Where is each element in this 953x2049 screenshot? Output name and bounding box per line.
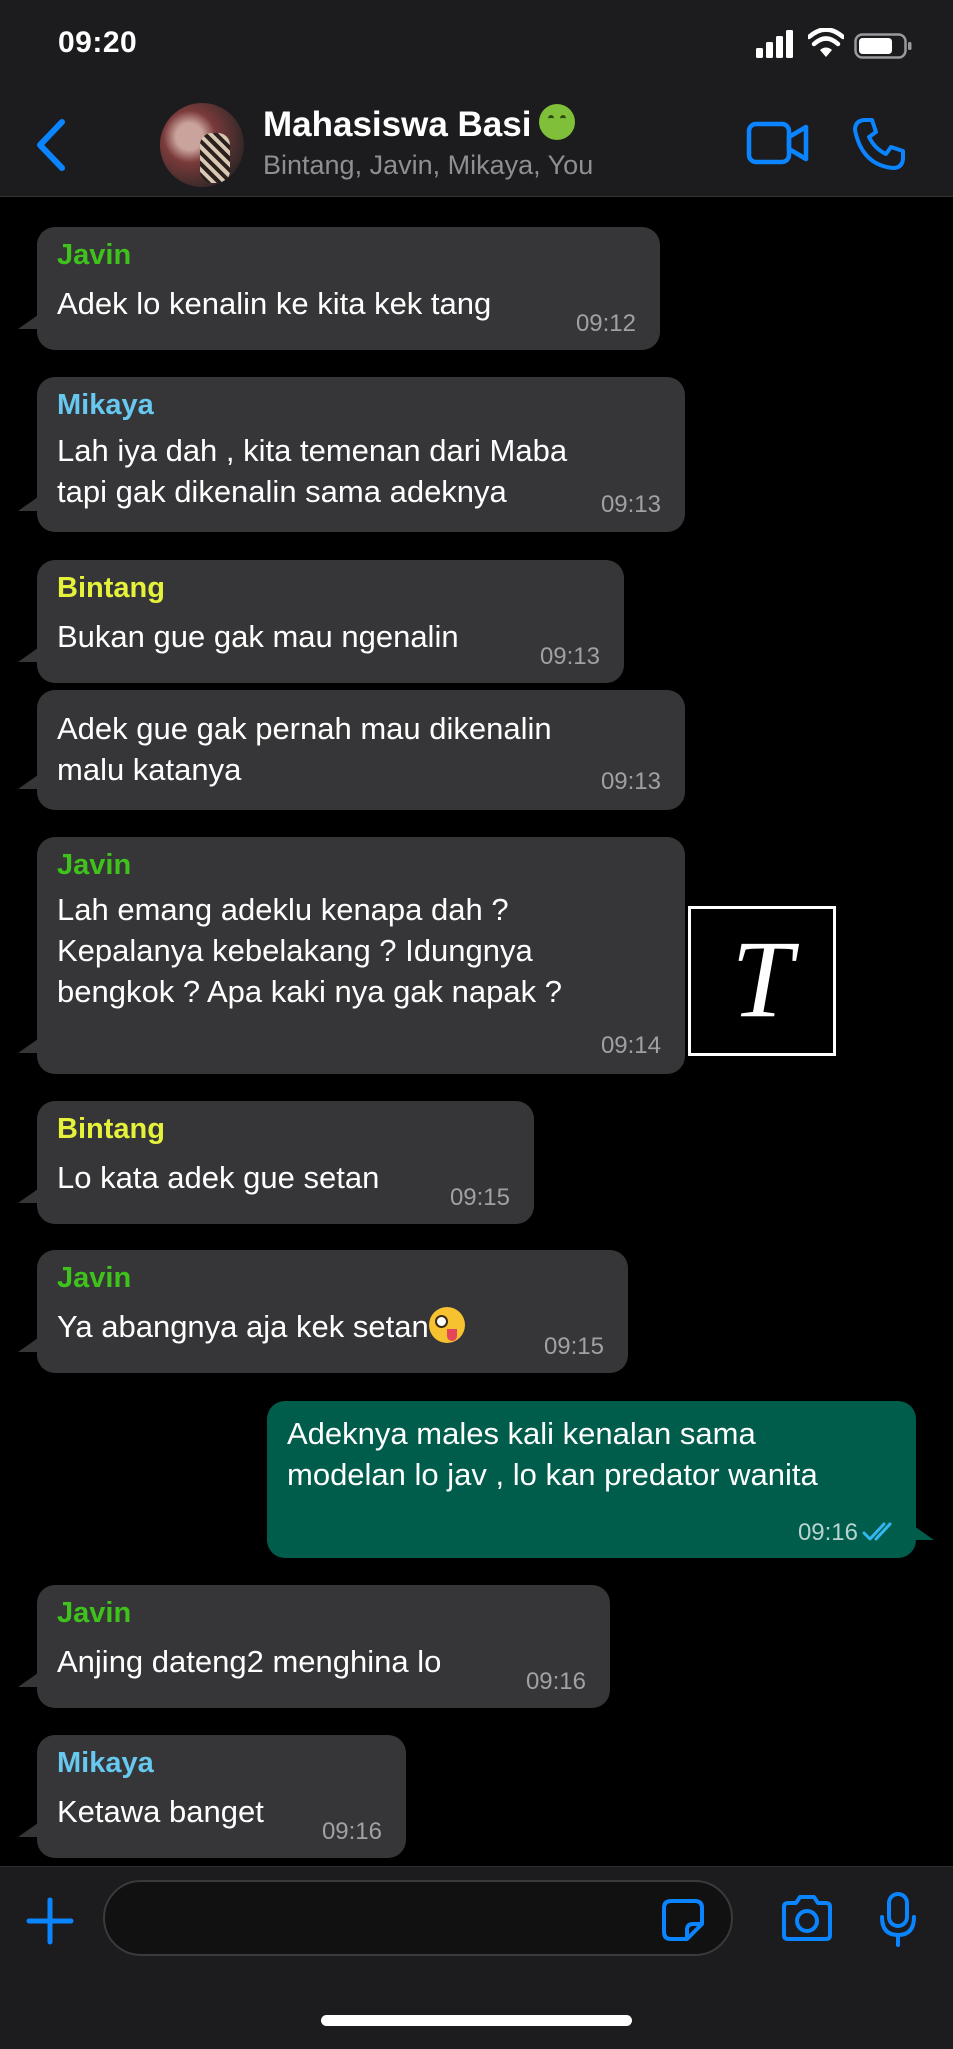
message-text-content: Ya abangnya aja kek setan — [57, 1309, 429, 1344]
message-time: 09:14 — [600, 1032, 661, 1059]
message-sender: Javin — [57, 239, 132, 271]
message-sender: Mikaya — [57, 1747, 154, 1779]
bubble-tail — [18, 1673, 38, 1687]
message-time: 09:12 — [575, 310, 636, 337]
message-bubble[interactable]: Bintang Bukan gue gak mau ngenalin 09:13 — [37, 560, 624, 683]
status-bar: 09:20 — [0, 0, 953, 95]
message-text: Ya abangnya aja kek setan — [57, 1306, 465, 1347]
message-time: 09:13 — [539, 643, 600, 670]
home-indicator[interactable] — [321, 2015, 632, 2026]
message-bubble[interactable]: Javin Adek lo kenalin ke kita kek tang 0… — [37, 227, 660, 350]
message-sender: Javin — [57, 1597, 132, 1629]
phone-icon[interactable] — [852, 117, 906, 171]
message-time: 09:16 — [797, 1519, 858, 1546]
text-overlay-box: T — [688, 906, 836, 1056]
message-sender: Mikaya — [57, 389, 154, 421]
message-text: Adek lo kenalin ke kita kek tang — [57, 286, 492, 321]
back-icon[interactable] — [30, 118, 70, 172]
message-text: Anjing dateng2 menghina lo — [57, 1644, 442, 1679]
message-text: Lah emang adeklu kenapa dah ? Kepalanya … — [57, 892, 562, 1009]
message-bubble[interactable]: Javin Ya abangnya aja kek setan 09:15 — [37, 1250, 628, 1373]
message-text: Adeknya males kali kenalan sama modelan … — [287, 1416, 818, 1492]
microphone-icon[interactable] — [878, 1891, 918, 1949]
message-time: 09:16 — [321, 1818, 382, 1845]
read-receipt-icon — [862, 1522, 892, 1541]
message-text: Lah iya dah , kita temenan dari Maba tap… — [57, 433, 568, 509]
chat-members[interactable]: Bintang, Javin, Mikaya, You — [263, 150, 593, 181]
battery-icon — [854, 33, 912, 59]
status-time: 09:20 — [58, 26, 138, 59]
chat-title[interactable]: Mahasiswa Basi — [263, 104, 576, 145]
bubble-tail — [914, 1526, 934, 1540]
attach-plus-icon[interactable] — [26, 1897, 74, 1945]
message-time: 09:15 — [449, 1184, 510, 1211]
nauseated-face-emoji — [539, 104, 576, 140]
bubble-tail — [18, 315, 38, 329]
message-text: Ketawa banget — [57, 1794, 264, 1829]
video-call-icon[interactable] — [746, 120, 810, 166]
message-input[interactable] — [103, 1880, 733, 1956]
bubble-tail — [18, 648, 38, 662]
message-bubble[interactable]: Mikaya Ketawa banget 09:16 — [37, 1735, 406, 1858]
message-sender: Bintang — [57, 572, 165, 604]
bubble-tail — [18, 1039, 38, 1053]
message-time: 09:13 — [600, 768, 661, 795]
chat-title-text: Mahasiswa Basi — [263, 105, 532, 144]
message-bubble[interactable]: Bintang Lo kata adek gue setan 09:15 — [37, 1101, 534, 1224]
bubble-tail — [18, 775, 38, 789]
zany-face-emoji — [428, 1307, 465, 1343]
message-text: Bukan gue gak mau ngenalin — [57, 619, 459, 654]
message-bubble[interactable]: Javin Anjing dateng2 menghina lo 09:16 — [37, 1585, 610, 1708]
message-bubble[interactable]: Adek gue gak pernah mau dikenalin malu k… — [37, 690, 685, 810]
bubble-tail — [18, 1338, 38, 1352]
message-time: 09:15 — [543, 1333, 604, 1360]
sticker-icon[interactable] — [661, 1898, 705, 1942]
message-sender: Javin — [57, 849, 132, 881]
camera-icon[interactable] — [780, 1895, 834, 1941]
message-sender: Javin — [57, 1262, 132, 1294]
message-time: 09:16 — [525, 1668, 586, 1695]
group-avatar[interactable] — [160, 103, 244, 187]
message-text: Adek gue gak pernah mau dikenalin malu k… — [57, 711, 552, 787]
bubble-tail — [18, 1189, 38, 1203]
bubble-tail — [18, 1823, 38, 1837]
message-bubble-outgoing[interactable]: Adeknya males kali kenalan sama modelan … — [267, 1401, 916, 1558]
wifi-icon — [808, 28, 844, 57]
message-bubble[interactable]: Javin Lah emang adeklu kenapa dah ? Kepa… — [37, 837, 685, 1074]
cellular-signal-icon — [756, 30, 793, 58]
overlay-glyph: T — [731, 918, 793, 1040]
bubble-tail — [18, 497, 38, 511]
message-time: 09:13 — [600, 491, 661, 518]
message-bubble[interactable]: Mikaya Lah iya dah , kita temenan dari M… — [37, 377, 685, 532]
message-text: Lo kata adek gue setan — [57, 1160, 380, 1195]
message-sender: Bintang — [57, 1113, 165, 1145]
